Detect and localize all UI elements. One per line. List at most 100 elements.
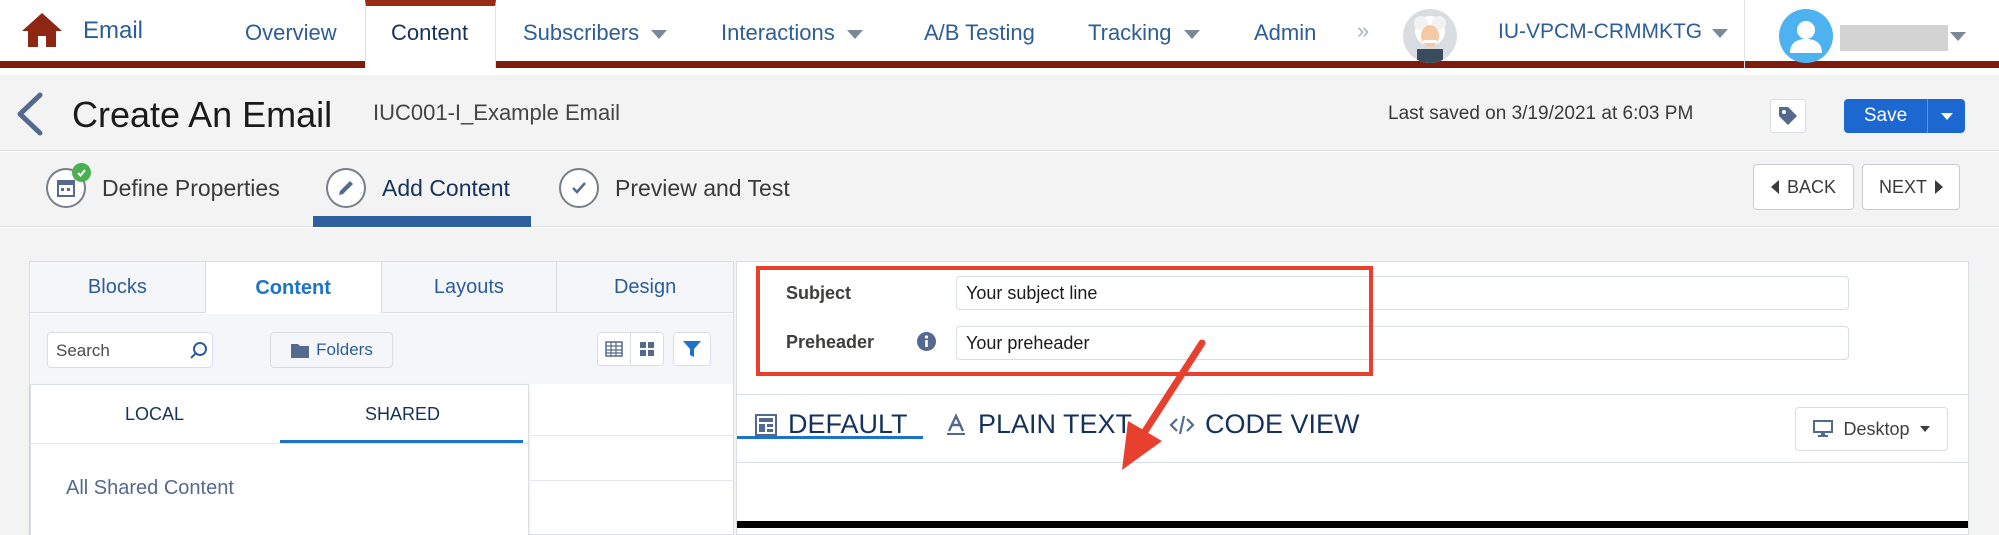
- business-unit-name: IU-VPCM-CRMMKTG: [1498, 20, 1703, 43]
- next-button[interactable]: NEXT: [1862, 164, 1960, 210]
- user-icon: [1790, 21, 1822, 53]
- divider: [1744, 0, 1745, 68]
- einstein-icon: [1414, 16, 1446, 63]
- active-editor-tab-indicator: [737, 436, 923, 439]
- caret-left-icon: [1770, 180, 1779, 194]
- chevron-down-icon[interactable]: [1950, 32, 1966, 41]
- layout-icon: [755, 413, 777, 436]
- nav-item-overview[interactable]: Overview: [245, 20, 337, 46]
- list-view-icon: [605, 341, 623, 357]
- nav-item-interactions[interactable]: Interactions: [721, 20, 863, 46]
- content-scope-card: LOCAL SHARED All Shared Content: [30, 384, 530, 535]
- chevron-down-icon: [651, 30, 668, 39]
- text-format-icon: [947, 412, 965, 435]
- tag-button[interactable]: [1770, 99, 1806, 133]
- nav-item-ab-testing[interactable]: A/B Testing: [924, 20, 1035, 46]
- tag-icon: [1779, 107, 1797, 125]
- desktop-icon: [1813, 420, 1834, 437]
- nav-label: Tracking: [1088, 20, 1172, 45]
- tab-blocks[interactable]: Blocks: [30, 262, 206, 313]
- step-icon: [326, 168, 366, 208]
- caret-right-icon: [1935, 180, 1943, 194]
- save-button[interactable]: Save: [1844, 99, 1927, 133]
- step-label: Define Properties: [102, 174, 280, 201]
- step-preview-and-test[interactable]: Preview and Test: [559, 168, 790, 208]
- app-window: Email Overview Content Subscribers Inter…: [0, 0, 1999, 535]
- nav-item-subscribers[interactable]: Subscribers: [523, 20, 668, 46]
- divider: [737, 394, 1968, 395]
- step-icon: [559, 168, 599, 208]
- divider: [530, 435, 734, 436]
- folder-icon: [291, 343, 310, 358]
- back-arrow-icon[interactable]: [14, 91, 44, 137]
- step-define-properties[interactable]: Define Properties: [46, 163, 280, 208]
- save-options-button[interactable]: [1927, 99, 1965, 133]
- step-icon: [46, 163, 91, 208]
- filter-button[interactable]: [673, 332, 711, 366]
- user-avatar[interactable]: [1779, 9, 1833, 63]
- save-button-group: Save: [1844, 99, 1965, 133]
- active-step-indicator: [313, 216, 531, 227]
- editor-tab-label: CODE VIEW: [1205, 409, 1360, 439]
- step-bar: Define Properties Add Content Preview an…: [0, 152, 1999, 227]
- grid-view-button[interactable]: [630, 332, 664, 366]
- page-title: Create An Email: [72, 94, 333, 135]
- home-icon[interactable]: [20, 11, 64, 49]
- tab-content[interactable]: Content: [205, 262, 382, 314]
- business-unit-selector[interactable]: IU-VPCM-CRMMKTG: [1498, 20, 1729, 44]
- nav-item-content[interactable]: Content: [391, 20, 468, 46]
- nav-more-icon[interactable]: »: [1357, 18, 1369, 44]
- top-nav: Email Overview Content Subscribers Inter…: [0, 0, 1999, 68]
- nav-label: Overview: [245, 20, 337, 45]
- search-input[interactable]: Search: [47, 332, 213, 368]
- back-button[interactable]: BACK: [1753, 164, 1854, 210]
- folder-all-shared-content[interactable]: All Shared Content: [66, 477, 234, 500]
- scope-tab-shared[interactable]: SHARED: [279, 385, 526, 443]
- email-canvas-edge: [737, 521, 1968, 528]
- list-view-button[interactable]: [597, 332, 631, 366]
- back-label: BACK: [1786, 176, 1837, 197]
- panel-tabs: Blocks Content Layouts Design: [30, 262, 733, 314]
- check-icon: [572, 182, 586, 194]
- device-label: Desktop: [1843, 418, 1910, 439]
- filter-icon: [683, 341, 701, 357]
- content-panel: Blocks Content Layouts Design Search Fol…: [29, 261, 734, 535]
- nav-label: Interactions: [721, 20, 835, 45]
- tab-design[interactable]: Design: [557, 262, 733, 313]
- app-name[interactable]: Email: [83, 17, 143, 45]
- nav-item-admin[interactable]: Admin: [1254, 20, 1316, 46]
- divider: [530, 480, 734, 481]
- folders-label: Folders: [316, 340, 373, 359]
- workspace: Blocks Content Layouts Design Search Fol…: [0, 228, 1999, 535]
- folders-button[interactable]: Folders: [270, 332, 393, 368]
- complete-check-icon: [72, 163, 91, 182]
- nav-label: Content: [391, 20, 469, 45]
- panel-toolbar: Search Folders: [30, 314, 733, 384]
- divider: [31, 443, 530, 444]
- device-preview-select[interactable]: Desktop: [1795, 407, 1948, 451]
- user-name-redacted: [1840, 25, 1948, 51]
- nav-item-tracking[interactable]: Tracking: [1088, 20, 1200, 46]
- annotation-highlight-box: [756, 266, 1373, 376]
- chevron-down-icon: [1919, 426, 1930, 432]
- business-unit-avatar[interactable]: [1403, 9, 1457, 63]
- scope-tab-local[interactable]: LOCAL: [31, 385, 278, 443]
- step-label: Preview and Test: [615, 174, 790, 201]
- last-saved-status: Last saved on 3/19/2021 at 6:03 PM: [1388, 103, 1694, 124]
- step-add-content[interactable]: Add Content: [326, 168, 510, 208]
- pencil-icon: [339, 181, 353, 195]
- search-icon[interactable]: [188, 340, 210, 362]
- email-editor-panel: Subject Your subject line Preheader Your…: [736, 261, 1969, 535]
- divider: [737, 462, 1968, 463]
- next-label: NEXT: [1878, 176, 1927, 197]
- chevron-down-icon: [1712, 29, 1729, 38]
- calendar-icon: [57, 180, 75, 197]
- chevron-down-icon: [1940, 112, 1953, 120]
- tab-layouts[interactable]: Layouts: [382, 262, 558, 313]
- chevron-down-icon: [846, 30, 863, 39]
- title-bar: Create An Email IUC001-I_Example Email L…: [0, 75, 1999, 151]
- grid-view-icon: [640, 342, 654, 356]
- annotation-arrow-icon: [1122, 339, 1206, 470]
- nav-label: A/B Testing: [924, 20, 1035, 45]
- step-label: Add Content: [382, 174, 510, 201]
